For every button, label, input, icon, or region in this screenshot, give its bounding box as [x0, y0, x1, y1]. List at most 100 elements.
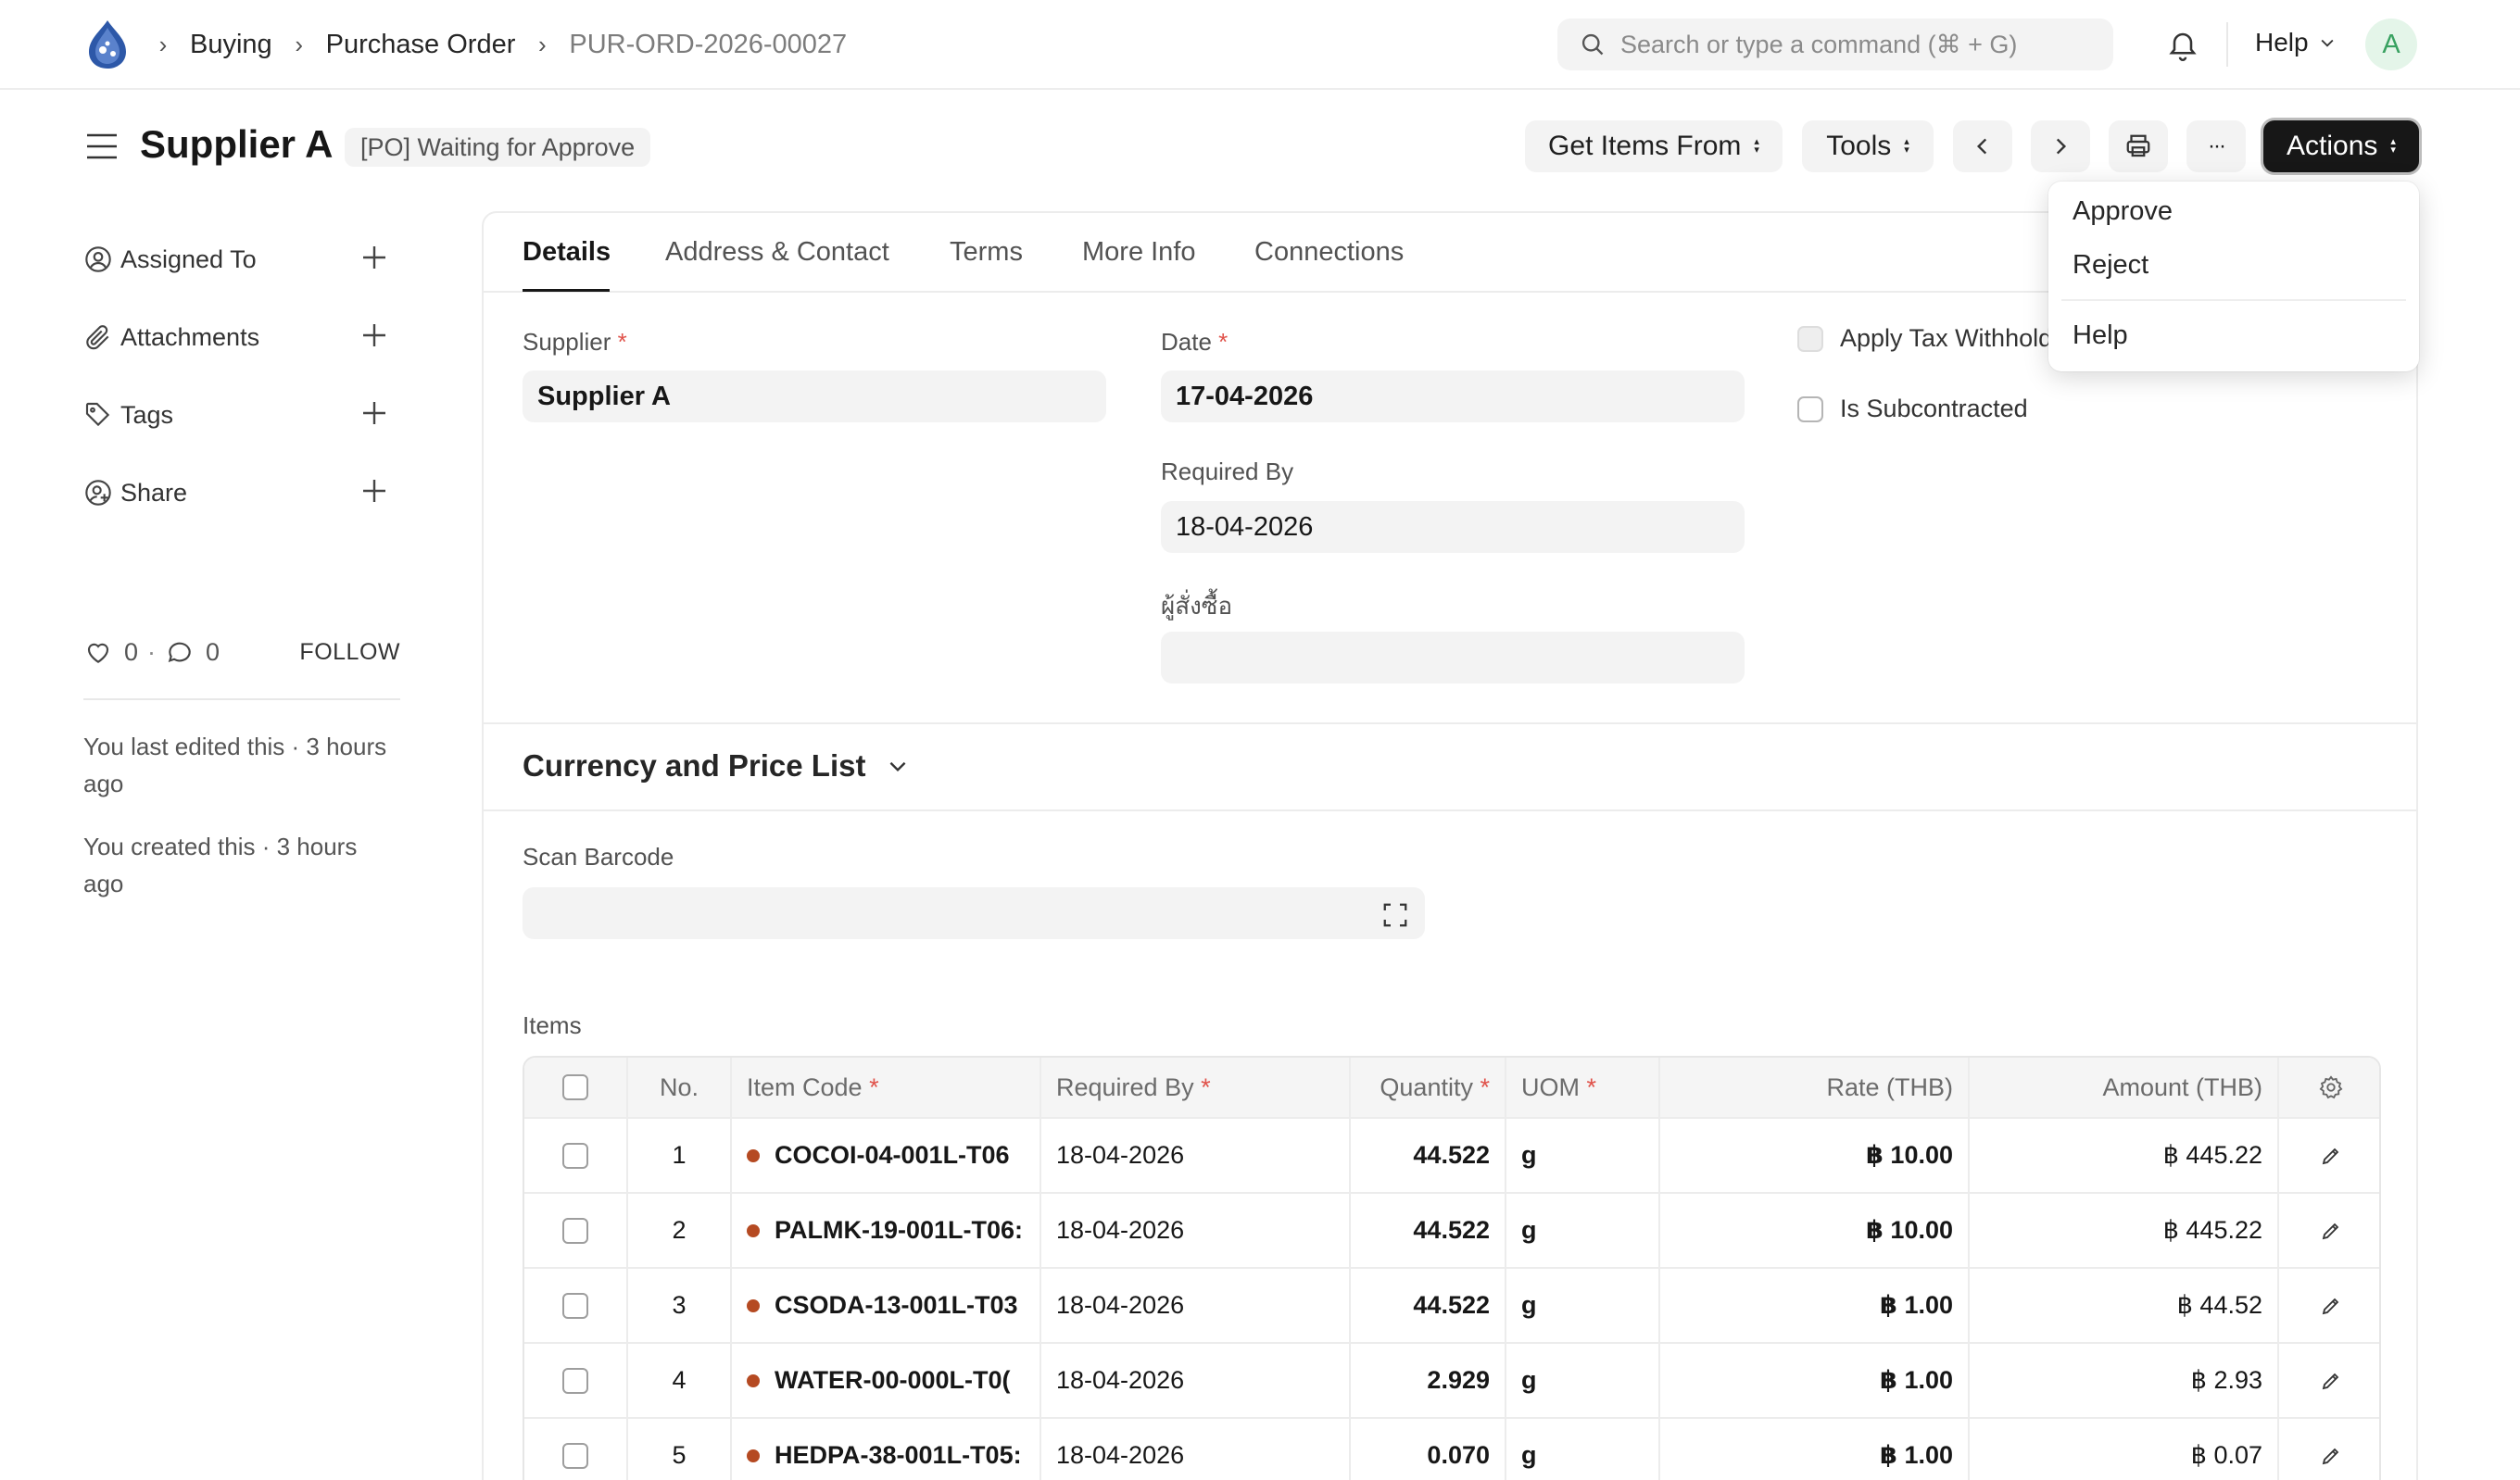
sidebar-tags[interactable]: Tags	[83, 395, 400, 435]
orderer-field[interactable]	[1161, 632, 1745, 684]
bell-icon[interactable]	[2166, 28, 2199, 63]
row-rate[interactable]: ฿ 1.00	[1660, 1269, 1970, 1342]
tab-connections[interactable]: Connections	[1254, 237, 1404, 268]
comment-count: 0	[206, 637, 220, 666]
row-uom[interactable]: g	[1506, 1194, 1660, 1267]
sidebar-toggle-icon[interactable]	[85, 132, 119, 161]
tab-more-info[interactable]: More Info	[1082, 237, 1196, 268]
row-required-by[interactable]: 18-04-2026	[1041, 1194, 1351, 1267]
table-row[interactable]: 5 HEDPA-38-001L-T05: 18-04-2026 0.070 g …	[524, 1417, 2379, 1480]
menu-item-approve[interactable]: Approve	[2073, 196, 2173, 227]
supplier-field[interactable]: Supplier A	[523, 370, 1106, 422]
scan-barcode-field[interactable]	[523, 887, 1425, 939]
row-checkbox[interactable]	[562, 1142, 588, 1169]
heart-icon[interactable]	[83, 637, 113, 667]
row-quantity[interactable]: 0.070	[1351, 1419, 1506, 1480]
table-row[interactable]: 1 COCOI-04-001L-T06 18-04-2026 44.522 g …	[524, 1117, 2379, 1192]
follow-button[interactable]: FOLLOW	[299, 639, 400, 666]
next-record-button[interactable]	[2031, 120, 2090, 172]
actions-button[interactable]: Actions ▴ ▾	[2263, 120, 2419, 172]
edit-icon[interactable]	[2320, 1445, 2342, 1467]
plus-icon[interactable]	[359, 476, 389, 506]
row-quantity[interactable]: 44.522	[1351, 1194, 1506, 1267]
print-button[interactable]	[2109, 120, 2168, 172]
row-uom[interactable]: g	[1506, 1344, 1660, 1417]
col-quantity-label: Quantity	[1380, 1072, 1473, 1101]
row-uom[interactable]: g	[1506, 1419, 1660, 1480]
row-quantity[interactable]: 44.522	[1351, 1269, 1506, 1342]
help-menu-button[interactable]: Help	[2255, 28, 2337, 57]
tab-details[interactable]: Details	[523, 237, 611, 268]
search-input[interactable]	[1620, 30, 2102, 59]
sidebar-divider	[83, 698, 400, 700]
more-options-button[interactable]: ···	[2186, 120, 2246, 172]
row-rate[interactable]: ฿ 10.00	[1660, 1119, 1970, 1192]
date-field[interactable]: 17-04-2026	[1161, 370, 1745, 422]
get-items-from-button[interactable]: Get Items From ▴ ▾	[1525, 120, 1783, 172]
edit-icon[interactable]	[2320, 1295, 2342, 1317]
comment-icon[interactable]	[165, 637, 195, 667]
row-item-code[interactable]: CSODA-13-001L-T03	[732, 1269, 1041, 1342]
row-uom[interactable]: g	[1506, 1119, 1660, 1192]
edit-icon[interactable]	[2320, 1220, 2342, 1242]
row-required-by[interactable]: 18-04-2026	[1041, 1269, 1351, 1342]
row-edit-cell	[2279, 1194, 2379, 1267]
menu-item-help[interactable]: Help	[2073, 320, 2128, 351]
select-arrows-icon: ▴ ▾	[1754, 136, 1759, 156]
row-checkbox[interactable]	[562, 1442, 588, 1469]
chevron-right-icon: ›	[538, 30, 547, 58]
col-settings	[2279, 1058, 2379, 1117]
required-mark: *	[1480, 1072, 1490, 1101]
row-required-by[interactable]: 18-04-2026	[1041, 1344, 1351, 1417]
table-row[interactable]: 2 PALMK-19-001L-T06: 18-04-2026 44.522 g…	[524, 1192, 2379, 1267]
row-rate[interactable]: ฿ 1.00	[1660, 1344, 1970, 1417]
app-logo-icon[interactable]	[83, 19, 132, 70]
row-uom[interactable]: g	[1506, 1269, 1660, 1342]
currency-section-toggle[interactable]: Currency and Price List	[523, 748, 910, 784]
previous-record-button[interactable]	[1953, 120, 2012, 172]
barcode-scan-icon[interactable]	[1381, 901, 1409, 929]
sidebar-share[interactable]: Share	[83, 472, 400, 513]
edit-icon[interactable]	[2320, 1145, 2342, 1167]
row-required-by[interactable]: 18-04-2026	[1041, 1419, 1351, 1480]
row-quantity[interactable]: 44.522	[1351, 1119, 1506, 1192]
plus-icon[interactable]	[359, 320, 389, 350]
table-row[interactable]: 3 CSODA-13-001L-T03 18-04-2026 44.522 g …	[524, 1267, 2379, 1342]
edit-icon[interactable]	[2320, 1370, 2342, 1392]
breadcrumb-purchase-order[interactable]: Purchase Order	[326, 30, 516, 60]
row-item-code[interactable]: HEDPA-38-001L-T05:	[732, 1419, 1041, 1480]
select-all-checkbox[interactable]	[562, 1074, 588, 1100]
search-bar[interactable]	[1557, 19, 2113, 70]
select-all-cell	[524, 1058, 628, 1117]
gear-icon[interactable]	[2318, 1074, 2344, 1100]
plus-icon[interactable]	[359, 243, 389, 272]
row-rate[interactable]: ฿ 1.00	[1660, 1419, 1970, 1480]
row-item-code[interactable]: COCOI-04-001L-T06	[732, 1119, 1041, 1192]
is-subcontracted-checkbox[interactable]	[1797, 396, 1823, 422]
status-dot	[747, 1373, 760, 1387]
row-checkbox[interactable]	[562, 1217, 588, 1244]
required-by-field[interactable]: 18-04-2026	[1161, 501, 1745, 553]
tab-terms[interactable]: Terms	[950, 237, 1023, 268]
row-checkbox[interactable]	[562, 1367, 588, 1394]
row-item-code[interactable]: WATER-00-000L-T0(	[732, 1344, 1041, 1417]
apply-tax-checkbox[interactable]	[1797, 326, 1823, 352]
avatar[interactable]: A	[2365, 19, 2417, 70]
plus-icon[interactable]	[359, 398, 389, 428]
sidebar-attachments[interactable]: Attachments	[83, 317, 400, 357]
tag-icon	[85, 402, 110, 427]
row-checkbox[interactable]	[562, 1292, 588, 1319]
breadcrumb-buying[interactable]: Buying	[190, 30, 272, 60]
created-note: You created this · 3 hours ago	[83, 833, 358, 897]
row-quantity[interactable]: 2.929	[1351, 1344, 1506, 1417]
menu-item-reject[interactable]: Reject	[2073, 250, 2148, 281]
row-item-code-text: WATER-00-000L-T0(	[775, 1366, 1011, 1394]
tools-button[interactable]: Tools ▴ ▾	[1802, 120, 1934, 172]
row-item-code[interactable]: PALMK-19-001L-T06:	[732, 1194, 1041, 1267]
row-item-code-text: PALMK-19-001L-T06:	[775, 1216, 1024, 1244]
tab-address-contact[interactable]: Address & Contact	[665, 237, 889, 268]
row-required-by[interactable]: 18-04-2026	[1041, 1119, 1351, 1192]
row-rate[interactable]: ฿ 10.00	[1660, 1194, 1970, 1267]
table-row[interactable]: 4 WATER-00-000L-T0( 18-04-2026 2.929 g ฿…	[524, 1342, 2379, 1417]
sidebar-assigned-to[interactable]: Assigned To	[83, 239, 400, 280]
